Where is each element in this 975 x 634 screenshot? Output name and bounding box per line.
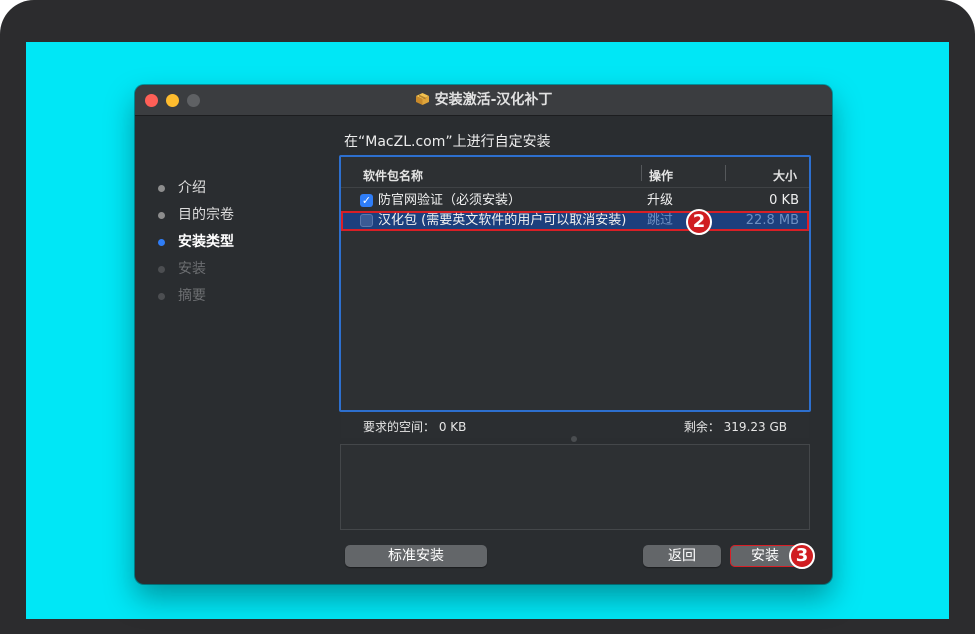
annotation-badge-3: 3: [789, 543, 815, 569]
custom-install-heading: 在“MacZL.com”上进行自定安装: [344, 134, 551, 150]
step-label: 安装类型: [178, 234, 234, 250]
package-action: 跳过: [647, 213, 674, 228]
step-label: 介绍: [178, 180, 206, 196]
package-name: 汉化包 (需要英文软件的用户可以取消安装): [378, 213, 627, 228]
installer-window: 安装激活-汉化补丁 介绍 目的宗卷 安装类型 安装 摘要 在“MacZL.com…: [135, 85, 832, 584]
title-bar[interactable]: 安装激活-汉化补丁: [135, 85, 832, 116]
window-title: 安装激活-汉化补丁: [434, 92, 553, 108]
column-header-name[interactable]: 软件包名称: [363, 167, 423, 184]
package-icon: [415, 92, 430, 110]
table-header: 软件包名称 操作 大小: [341, 157, 809, 188]
annotation-badge-2: 2: [686, 209, 712, 235]
column-header-size[interactable]: 大小: [773, 167, 797, 184]
step-label: 目的宗卷: [178, 207, 234, 223]
window-title-group: 安装激活-汉化补丁: [135, 92, 832, 110]
package-size: 0 KB: [769, 193, 799, 208]
step-dot: [158, 239, 165, 246]
package-size: 22.8 MB: [745, 213, 799, 228]
table-row-selected[interactable]: 汉化包 (需要英文软件的用户可以取消安装) 跳过 22.8 MB: [341, 211, 809, 231]
table-row[interactable]: ✓ 防官网验证（必须安装） 升级 0 KB: [341, 191, 809, 211]
column-header-action[interactable]: 操作: [649, 167, 673, 184]
step-dot: [158, 266, 165, 273]
package-table[interactable]: 软件包名称 操作 大小 ✓ 防官网验证（必须安装） 升级 0 KB 汉化包 (需…: [339, 155, 811, 412]
column-divider[interactable]: [725, 165, 726, 181]
package-checkbox-unchecked[interactable]: [360, 214, 373, 227]
remaining-space: 剩余： 319.23 GB: [683, 420, 787, 434]
device-bezel-bottom: [0, 619, 975, 634]
package-action: 升级: [647, 193, 674, 208]
step-dot: [158, 185, 165, 192]
back-button[interactable]: 返回: [643, 545, 721, 567]
step-dot: [158, 212, 165, 219]
step-label: 安装: [178, 261, 206, 277]
package-name: 防官网验证（必须安装）: [378, 193, 522, 208]
package-description-panel: [340, 444, 810, 530]
standard-install-button[interactable]: 标准安装: [345, 545, 487, 567]
step-label: 摘要: [178, 288, 206, 304]
package-checkbox-checked[interactable]: ✓: [360, 194, 373, 207]
step-dot: [158, 293, 165, 300]
disk-space-info: 要求的空间： 0 KB 剩余： 319.23 GB: [341, 412, 809, 438]
required-space: 要求的空间： 0 KB: [363, 420, 467, 434]
column-divider[interactable]: [641, 165, 642, 181]
resize-handle[interactable]: [571, 436, 577, 442]
